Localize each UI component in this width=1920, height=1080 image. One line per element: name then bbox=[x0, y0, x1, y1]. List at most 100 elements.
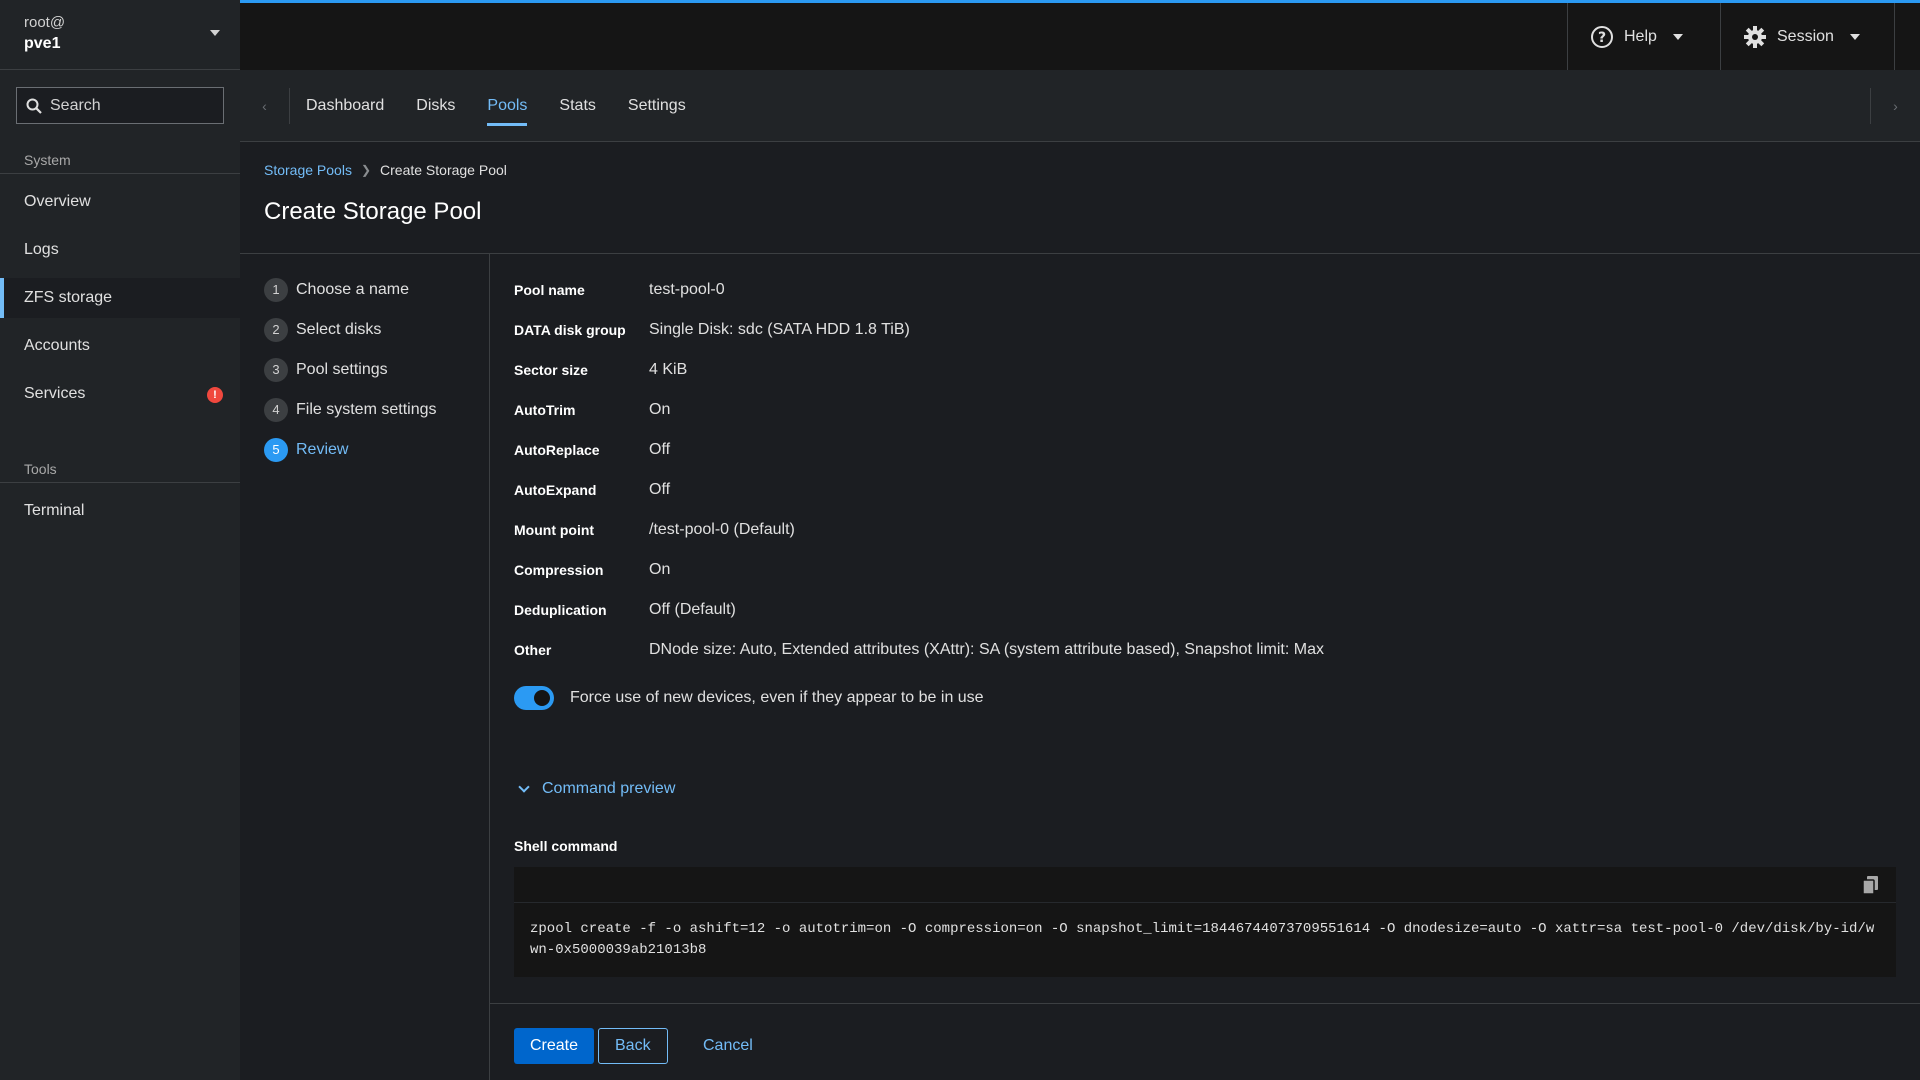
step-number: 1 bbox=[264, 278, 288, 302]
code-block: zpool create -f -o ashift=12 -o autotrim… bbox=[514, 867, 1896, 977]
review-key: AutoReplace bbox=[514, 442, 600, 458]
search-input[interactable] bbox=[50, 96, 210, 115]
shell-command-text: zpool create -f -o ashift=12 -o autotrim… bbox=[530, 921, 1875, 958]
caret-down-icon bbox=[210, 30, 220, 36]
wizard: 1 Choose a name 2 Select disks 3 Pool setti… bbox=[240, 253, 1920, 1080]
force-devices-label: Force use of new devices, even if they a… bbox=[570, 689, 984, 706]
breadcrumb-storage-pools[interactable]: Storage Pools bbox=[264, 162, 352, 178]
nav-item-overview[interactable]: Overview bbox=[0, 182, 240, 222]
review-value: Single Disk: sdc (SATA HDD 1.8 TiB) bbox=[649, 321, 910, 338]
step-number: 4 bbox=[264, 398, 288, 422]
review-row: AutoExpand Off bbox=[514, 470, 1896, 510]
review-value: DNode size: Auto, Extended attributes (X… bbox=[649, 641, 1324, 658]
scroll-right-button[interactable]: › bbox=[1870, 88, 1920, 124]
review-key: Mount point bbox=[514, 522, 595, 538]
session-label: Session bbox=[1777, 27, 1834, 45]
review-row: Pool name test-pool-0 bbox=[514, 270, 1896, 310]
step-number: 5 bbox=[264, 438, 288, 462]
switch-knob bbox=[534, 690, 550, 706]
chevron-right-icon: › bbox=[1893, 98, 1898, 114]
help-icon: ? bbox=[1591, 25, 1613, 48]
wizard-footer: Create Back Cancel bbox=[490, 1003, 1920, 1080]
step-choose-name[interactable]: 1 Choose a name bbox=[240, 270, 489, 310]
wizard-steps: 1 Choose a name 2 Select disks 3 Pool setti… bbox=[240, 254, 490, 1080]
scroll-left-button[interactable]: ‹ bbox=[240, 88, 290, 124]
breadcrumb: Storage Pools ❯ Create Storage Pool bbox=[264, 162, 507, 178]
review-value: 4 KiB bbox=[649, 361, 688, 378]
review-row: Compression On bbox=[514, 550, 1896, 590]
nav-item-accounts[interactable]: Accounts bbox=[0, 326, 240, 366]
review-row: Sector size 4 KiB bbox=[514, 350, 1896, 390]
step-number: 2 bbox=[264, 318, 288, 342]
page-title: Create Storage Pool bbox=[264, 198, 482, 225]
create-button[interactable]: Create bbox=[514, 1028, 595, 1064]
step-label: Select disks bbox=[296, 321, 382, 338]
help-menu-button[interactable]: ? Help bbox=[1567, 3, 1720, 70]
search-icon bbox=[26, 98, 42, 114]
sidebar: root@ pve1 System Overview Logs ZFS stor… bbox=[0, 0, 240, 1080]
step-label: Choose a name bbox=[296, 281, 409, 298]
review-key: Sector size bbox=[514, 362, 588, 378]
step-pool-settings[interactable]: 3 Pool settings bbox=[240, 350, 489, 390]
main-content: Storage Pools ❯ Create Storage Pool Crea… bbox=[240, 143, 1920, 1080]
review-key: Other bbox=[514, 642, 552, 658]
chevron-right-icon: ❯ bbox=[360, 163, 372, 177]
review-key: Pool name bbox=[514, 282, 585, 298]
help-label: Help bbox=[1624, 27, 1657, 45]
nav-system: System Overview Logs ZFS storage Account… bbox=[0, 146, 240, 414]
svg-text:?: ? bbox=[1598, 30, 1606, 46]
command-preview-toggle[interactable]: Command preview bbox=[514, 780, 1896, 798]
review-value: Off (Default) bbox=[649, 601, 736, 618]
shell-command-label: Shell command bbox=[514, 838, 618, 854]
copy-icon[interactable] bbox=[1862, 875, 1880, 895]
command-preview-label: Command preview bbox=[542, 780, 676, 797]
session-menu-button[interactable]: Session bbox=[1720, 3, 1895, 70]
review-row: Deduplication Off (Default) bbox=[514, 590, 1896, 630]
review-row: Other DNode size: Auto, Extended attribut… bbox=[514, 630, 1896, 670]
tab-bar: ‹ Dashboard Disks Pools Stats Settings › bbox=[240, 70, 1920, 142]
tab-disks[interactable]: Disks bbox=[400, 70, 471, 142]
gear-icon bbox=[1744, 25, 1766, 48]
review-key: AutoTrim bbox=[514, 402, 576, 418]
review-value: /test-pool-0 (Default) bbox=[649, 521, 795, 538]
tab-pools[interactable]: Pools bbox=[471, 70, 543, 142]
review-panel: Pool name test-pool-0 DATA disk group Sing… bbox=[514, 270, 1896, 977]
breadcrumb-current: Create Storage Pool bbox=[380, 162, 507, 178]
tab-dashboard[interactable]: Dashboard bbox=[290, 70, 400, 142]
review-value: On bbox=[649, 561, 671, 578]
tab-settings[interactable]: Settings bbox=[612, 70, 702, 142]
nav-item-logs[interactable]: Logs bbox=[0, 230, 240, 270]
step-select-disks[interactable]: 2 Select disks bbox=[240, 310, 489, 350]
force-devices-switch[interactable] bbox=[514, 686, 554, 710]
review-row: DATA disk group Single Disk: sdc (SATA HD… bbox=[514, 310, 1896, 350]
host-switcher[interactable]: root@ pve1 bbox=[0, 0, 240, 70]
tabs: Dashboard Disks Pools Stats Settings bbox=[290, 70, 702, 142]
search-box[interactable] bbox=[16, 87, 224, 124]
code-toolbar bbox=[514, 867, 1896, 903]
review-row: AutoTrim On bbox=[514, 390, 1896, 430]
chevron-down-icon bbox=[518, 781, 530, 793]
cancel-button[interactable]: Cancel bbox=[687, 1028, 769, 1064]
nav-item-terminal[interactable]: Terminal bbox=[0, 491, 240, 531]
nav-item-services[interactable]: Services! bbox=[0, 374, 240, 414]
nav-heading-system: System bbox=[0, 146, 240, 174]
review-row: AutoReplace Off bbox=[514, 430, 1896, 470]
step-review[interactable]: 5 Review bbox=[240, 430, 489, 470]
top-bar: ? Help Session bbox=[240, 0, 1920, 70]
alert-badge: ! bbox=[207, 387, 223, 403]
nav-item-zfs-storage[interactable]: ZFS storage bbox=[0, 278, 240, 318]
review-value: On bbox=[649, 401, 671, 418]
step-label: Review bbox=[296, 441, 349, 458]
force-toggle-row: Force use of new devices, even if they a… bbox=[514, 686, 1896, 710]
chevron-left-icon: ‹ bbox=[262, 98, 267, 114]
review-key: Compression bbox=[514, 562, 604, 578]
tab-stats[interactable]: Stats bbox=[543, 70, 611, 142]
step-file-system-settings[interactable]: 4 File system settings bbox=[240, 390, 489, 430]
nav-tools: Tools Terminal bbox=[0, 455, 240, 531]
review-row: Mount point/test-pool-0 (Default) bbox=[514, 510, 1896, 550]
review-key: Deduplication bbox=[514, 602, 607, 618]
caret-down-icon bbox=[1849, 33, 1860, 40]
caret-down-icon bbox=[1672, 33, 1683, 40]
review-value: test-pool-0 bbox=[649, 281, 725, 298]
back-button[interactable]: Back bbox=[598, 1028, 668, 1064]
